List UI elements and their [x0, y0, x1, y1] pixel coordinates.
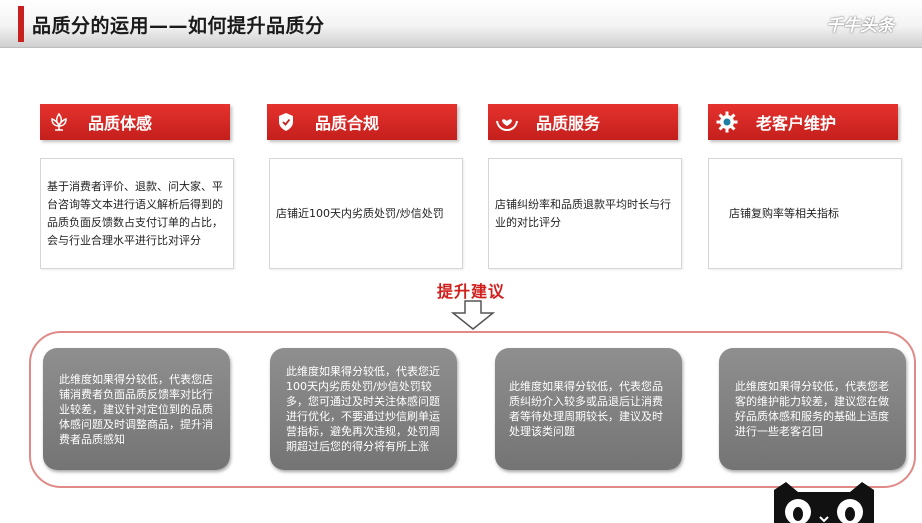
description-text: 基于消费者评价、退款、问大家、平台咨询等文本进行语义解析后得到的品质负面反馈数占…: [47, 179, 223, 247]
category-label: 品质体感: [88, 114, 153, 133]
advice-text: 此维度如果得分较低，代表您老客的维护能力较差，建议您在做好品质体感和服务的基础上…: [735, 380, 889, 438]
page-title: 品质分的运用——如何提升品质分: [32, 15, 325, 37]
advice-box-customer-retention: 此维度如果得分较低，代表您老客的维护能力较差，建议您在做好品质体感和服务的基础上…: [719, 348, 906, 470]
tmall-cat-icon: [774, 482, 874, 523]
advice-box-quality-compliance: 此维度如果得分较低，代表您近100天内劣质处罚/炒信处罚较多，您可通过及时关注体…: [270, 348, 457, 470]
description-text: 店铺复购率等相关指标: [729, 206, 839, 220]
category-header-quality-compliance: 品质合规: [267, 104, 457, 140]
category-label: 品质服务: [536, 114, 601, 133]
category-header-customer-retention: 老客户维护: [708, 104, 898, 140]
title-bar: 品质分的运用——如何提升品质分 千牛头条: [0, 0, 922, 48]
down-arrow-icon: [451, 300, 495, 330]
category-label: 品质合规: [315, 114, 380, 133]
category-header-quality-perception: 品质体感: [40, 104, 230, 140]
lotus-icon: [40, 104, 78, 140]
advice-text: 此维度如果得分较低，代表您近100天内劣质处罚/炒信处罚较多，您可通过及时关注体…: [286, 365, 440, 453]
description-quality-perception: 基于消费者评价、退款、问大家、平台咨询等文本进行语义解析后得到的品质负面反馈数占…: [40, 158, 234, 269]
category-label: 老客户维护: [756, 114, 837, 133]
watermark-logo: 千牛头条: [826, 16, 894, 36]
description-text: 店铺纠纷率和品质退款平均时长与行业的对比评分: [495, 197, 671, 229]
shield-icon: [267, 104, 305, 140]
suggestion-label: 提升建议: [437, 282, 506, 301]
heart-hands-icon: [488, 104, 526, 140]
title-accent-bar: [18, 6, 24, 42]
description-text: 店铺近100天内劣质处罚/炒信处罚: [276, 206, 444, 220]
advice-text: 此维度如果得分较低，代表您店铺消费者负面品质反馈率对比行业较差，建议针对定位到的…: [59, 372, 213, 446]
description-quality-service: 店铺纠纷率和品质退款平均时长与行业的对比评分: [488, 158, 682, 269]
gear-icon: [708, 104, 746, 140]
category-header-quality-service: 品质服务: [488, 104, 678, 140]
advice-box-quality-service: 此维度如果得分较低，代表您品质纠纷介入较多或品退后让消费者等待处理周期较长，建议…: [495, 348, 682, 470]
advice-box-quality-perception: 此维度如果得分较低，代表您店铺消费者负面品质反馈率对比行业较差，建议针对定位到的…: [43, 348, 230, 470]
description-quality-compliance: 店铺近100天内劣质处罚/炒信处罚: [269, 158, 463, 269]
description-customer-retention: 店铺复购率等相关指标: [708, 158, 902, 269]
advice-text: 此维度如果得分较低，代表您品质纠纷介入较多或品退后让消费者等待处理周期较长，建议…: [509, 380, 663, 438]
